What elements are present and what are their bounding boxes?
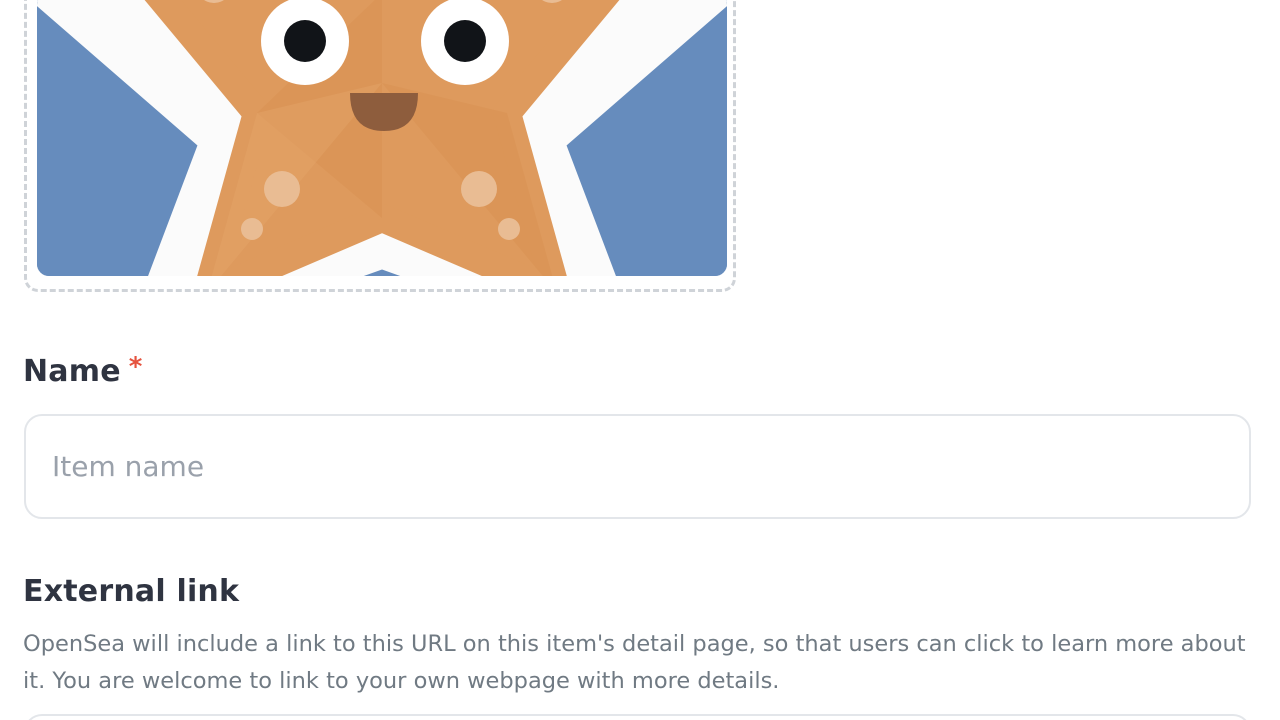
name-label-text: Name — [23, 354, 121, 389]
name-label: Name * — [23, 352, 143, 389]
media-upload-dropzone[interactable] — [24, 0, 736, 292]
starfish-image-preview — [37, 0, 727, 276]
starfish-icon — [37, 0, 727, 276]
item-name-input[interactable] — [24, 414, 1251, 519]
create-item-form: Name* External link OpenSea will include… — [0, 0, 1280, 720]
external-link-help-text: OpenSea will include a link to this URL … — [23, 631, 1246, 694]
external-link-label: External link — [23, 574, 240, 609]
external-link-input[interactable] — [24, 714, 1251, 720]
required-indicator: * — [128, 352, 143, 382]
